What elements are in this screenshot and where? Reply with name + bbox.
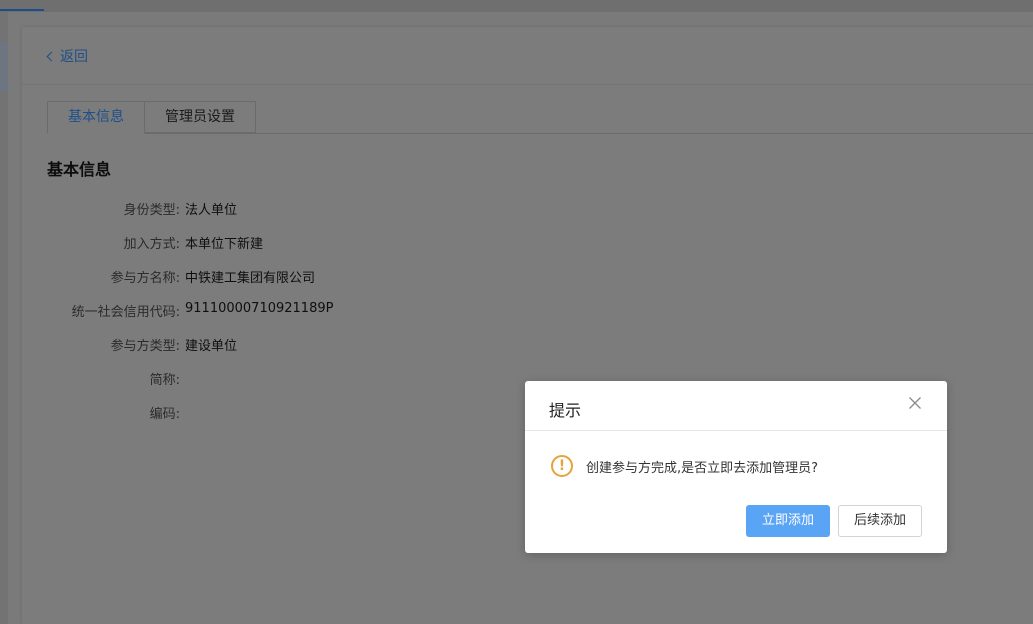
info-label: 加入方式: (123, 237, 180, 252)
add-later-button[interactable]: 后续添加 (837, 505, 922, 537)
info-value: 法人单位 (185, 203, 238, 218)
info-row-code: 编码: (47, 403, 547, 437)
info-value: 本单位下新建 (185, 237, 264, 252)
dialog-footer: 立即添加 后续添加 (745, 505, 922, 537)
back-row: 返回 (22, 27, 1033, 85)
info-row-participant-name: 参与方名称: 中铁建工集团有限公司 (47, 267, 547, 301)
info-label: 参与方类型: (110, 339, 180, 354)
info-label: 简称: (149, 373, 180, 388)
info-row-credit-code: 统一社会信用代码: 91110000710921189P (47, 301, 547, 335)
info-value: 建设单位 (185, 339, 238, 354)
section-title: 基本信息 (47, 160, 112, 179)
add-now-button[interactable]: 立即添加 (745, 505, 830, 537)
tab-bar: 基本信息 管理员设置 (47, 101, 256, 134)
info-row-identity-type: 身份类型: 法人单位 (47, 199, 547, 233)
back-label: 返回 (60, 49, 88, 65)
warning-icon: ! (551, 455, 573, 477)
info-label: 参与方名称: (110, 271, 180, 286)
chevron-left-icon (46, 51, 57, 62)
info-row-join-method: 加入方式: 本单位下新建 (47, 233, 547, 267)
top-nav-active-indicator (0, 9, 44, 11)
dialog-title: 提示 (549, 401, 582, 420)
info-label: 身份类型: (123, 203, 180, 218)
info-row-short-name: 简称: (47, 369, 547, 403)
info-list: 身份类型: 法人单位 加入方式: 本单位下新建 参与方名称: 中铁建工集团有限公… (47, 199, 547, 437)
dialog-header: 提示 (525, 381, 947, 431)
tab-admin-settings[interactable]: 管理员设置 (145, 101, 256, 133)
info-value: 中铁建工集团有限公司 (185, 271, 316, 286)
info-row-participant-type: 参与方类型: 建设单位 (47, 335, 547, 369)
left-sidebar-edge (0, 12, 8, 624)
info-label: 编码: (149, 407, 180, 422)
close-icon[interactable] (908, 395, 922, 409)
dialog-message: 创建参与方完成,是否立即去添加管理员? (586, 460, 819, 476)
top-nav (0, 0, 1033, 12)
sidebar-active-marker (0, 42, 8, 92)
info-label: 统一社会信用代码: (71, 305, 180, 320)
tab-basic-info[interactable]: 基本信息 (47, 101, 145, 134)
back-link[interactable]: 返回 (46, 46, 88, 66)
info-value: 91110000710921189P (185, 301, 334, 316)
tab-divider (47, 133, 1033, 134)
dialog-body: ! 创建参与方完成,是否立即去添加管理员? (551, 455, 818, 477)
confirm-dialog: 提示 ! 创建参与方完成,是否立即去添加管理员? 立即添加 后续添加 (525, 381, 947, 553)
